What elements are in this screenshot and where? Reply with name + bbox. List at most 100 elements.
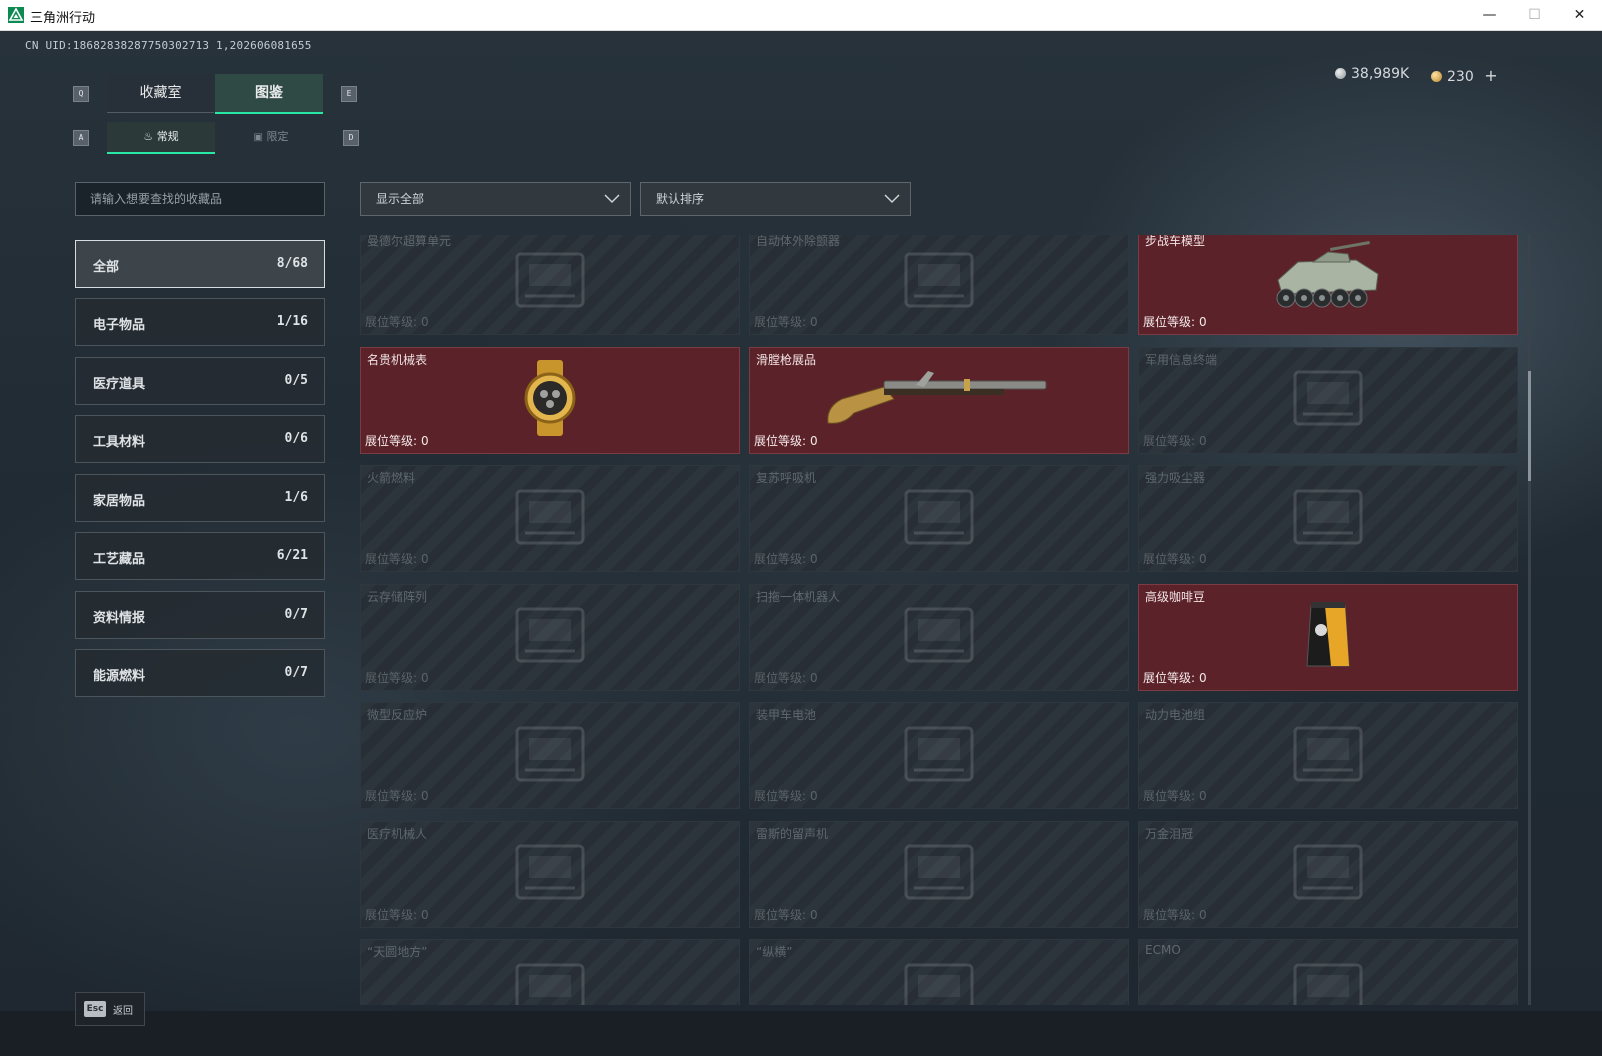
show-filter-dropdown[interactable]: 显示全部	[360, 182, 631, 216]
item-name: 扫拖一体机器人	[756, 589, 841, 604]
add-currency-button[interactable]: +	[1484, 66, 1497, 85]
collection-item-card[interactable]: 强力吸尘器 展位等级: 0	[1138, 465, 1518, 572]
collection-item-card[interactable]: 复苏呼吸机 展位等级: 0	[749, 465, 1129, 572]
category-all[interactable]: 全部 8/68	[75, 240, 325, 288]
category-crafts[interactable]: 工艺藏品 6/21	[75, 532, 325, 580]
collection-item-card[interactable]: 军用信息终端 展位等级: 0	[1138, 346, 1518, 454]
subtab-regular[interactable]: ♨ 常规	[107, 122, 215, 154]
grid-scrollbar[interactable]	[1528, 235, 1531, 1005]
vacuum-icon	[1283, 481, 1373, 557]
item-name: 微型反应炉	[367, 708, 428, 722]
item-name: “纵横”	[756, 945, 793, 959]
category-intel[interactable]: 资料情报 0/7	[75, 591, 325, 639]
category-electronics[interactable]: 电子物品 1/16	[75, 298, 325, 346]
collection-item-card[interactable]: 高级咖啡豆展位等级: 0	[1138, 583, 1518, 691]
collection-item-card[interactable]: 滑膛枪展品 展位等级: 0	[749, 346, 1129, 454]
level-value: 0	[810, 433, 818, 448]
collection-item-card[interactable]: 微型反应炉展位等级: 0	[360, 702, 740, 809]
category-label: 工艺藏品	[93, 552, 146, 567]
gold-amount: 230	[1447, 69, 1474, 85]
collection-item-card[interactable]: “纵横”	[749, 939, 1129, 1005]
robot-vacuum-icon	[894, 599, 984, 675]
item-name: 军用信息终端	[1145, 352, 1218, 367]
battery-pack-icon	[1283, 718, 1373, 794]
collection-item-card[interactable]: 自动体外除颤器 展位等级: 0	[749, 235, 1129, 335]
collection-item-card[interactable]: 万金泪冠 展位等级: 0	[1138, 820, 1518, 928]
close-button[interactable]: ✕	[1557, 0, 1602, 30]
battery-icon	[894, 718, 984, 794]
collection-item-card[interactable]: 装甲车电池 展位等级: 0	[749, 702, 1129, 809]
storage-array-icon	[505, 599, 595, 675]
defibrillator-icon	[894, 244, 984, 320]
item-name: 复苏呼吸机	[756, 471, 817, 485]
item-display-level: 展位等级: 0	[754, 906, 818, 923]
tab-collection-room[interactable]: 收藏室	[107, 74, 214, 113]
grid-scrollbar-thumb[interactable]	[1528, 371, 1531, 481]
regular-icon: ♨	[143, 130, 154, 143]
tab-catalog[interactable]: 图鉴	[215, 74, 323, 114]
item-display-level: 展位等级: 0	[1143, 432, 1207, 449]
ventilator-icon	[894, 481, 984, 557]
item-display-level: 展位等级: 0	[365, 787, 429, 804]
watch-icon	[515, 358, 585, 442]
sort-dropdown[interactable]: 默认排序	[640, 182, 911, 216]
subtab-regular-label: 常规	[156, 130, 179, 143]
level-prefix: 展位等级:	[365, 433, 418, 448]
collection-item-card[interactable]: 名贵机械表 展位等级: 0	[360, 346, 740, 454]
collection-item-card[interactable]: 步战车模型 展位等级: 0	[1138, 235, 1518, 335]
key-hint-e: E	[341, 86, 357, 102]
item-display-level: 展位等级: 0	[1143, 906, 1207, 923]
category-label: 资料情报	[93, 611, 146, 626]
collection-item-card[interactable]: 扫拖一体机器人 展位等级: 0	[749, 583, 1129, 691]
back-button[interactable]: Esc 返回	[75, 992, 145, 1026]
category-count: 0/7	[284, 607, 308, 622]
window-titlebar: 三角洲行动 — ☐ ✕	[0, 0, 1602, 31]
item-display-level: 展位等级: 0	[754, 313, 818, 330]
item-display-level: 展位等级: 0	[365, 432, 429, 449]
item-name: 曼德尔超算单元	[367, 235, 452, 248]
category-energy[interactable]: 能源燃料 0/7	[75, 649, 325, 697]
bottom-bar	[0, 1011, 1602, 1056]
level-value: 0	[421, 315, 429, 329]
silver-currency: 38,989K	[1335, 66, 1409, 82]
item-display-level: 展位等级: 0	[1143, 313, 1207, 330]
item-name: 云存储阵列	[367, 589, 428, 604]
item-display-level: 展位等级: 0	[754, 669, 818, 686]
category-tools[interactable]: 工具材料 0/6	[75, 415, 325, 463]
item-display-level: 展位等级: 0	[754, 787, 818, 804]
subtab-limited[interactable]: ▣ 限定	[218, 122, 324, 152]
app-logo-icon	[8, 7, 24, 23]
collection-item-card[interactable]: 火箭燃料 展位等级: 0	[360, 465, 740, 572]
item-name: 强力吸尘器	[1145, 471, 1206, 485]
collection-item-card[interactable]: 医疗机械人 展位等级: 0	[360, 820, 740, 928]
level-value: 0	[810, 315, 818, 329]
uid-label: CN UID:18682838287750302713 1,2026060816…	[25, 39, 312, 52]
level-value: 0	[421, 670, 429, 685]
item-display-level: 展位等级: 0	[1143, 669, 1207, 686]
collection-item-card[interactable]: ECMO	[1138, 939, 1518, 1005]
collection-item-card[interactable]: 云存储阵列 展位等级: 0	[360, 583, 740, 691]
item-name: 高级咖啡豆	[1145, 589, 1206, 604]
category-household[interactable]: 家居物品 1/6	[75, 474, 325, 522]
minimize-button[interactable]: —	[1467, 0, 1512, 30]
collection-item-card[interactable]: 雷斯的留声机 展位等级: 0	[749, 820, 1129, 928]
maximize-button[interactable]: ☐	[1512, 0, 1557, 30]
category-count: 0/7	[284, 665, 308, 680]
coffee-bag-icon	[1305, 600, 1351, 674]
level-prefix: 展位等级:	[754, 789, 807, 803]
category-count: 1/6	[284, 490, 308, 505]
ecmo-icon	[1283, 955, 1373, 1005]
artifact-icon	[505, 955, 595, 1005]
item-display-level: 展位等级: 0	[754, 432, 818, 449]
item-name: 医疗机械人	[367, 826, 428, 841]
search-input[interactable]: 请输入想要查找的收藏品	[75, 182, 325, 216]
chevron-down-icon	[604, 194, 620, 204]
collection-item-card[interactable]: 动力电池组 展位等级: 0	[1138, 702, 1518, 809]
category-medical[interactable]: 医疗道具 0/5	[75, 357, 325, 405]
level-prefix: 展位等级:	[1143, 789, 1196, 803]
gramophone-icon	[894, 836, 984, 912]
key-hint-d: D	[343, 130, 359, 146]
collection-item-card[interactable]: 曼德尔超算单元 展位等级: 0	[360, 235, 740, 335]
collection-item-card[interactable]: “天圆地方”	[360, 939, 740, 1005]
level-value: 0	[421, 433, 429, 448]
